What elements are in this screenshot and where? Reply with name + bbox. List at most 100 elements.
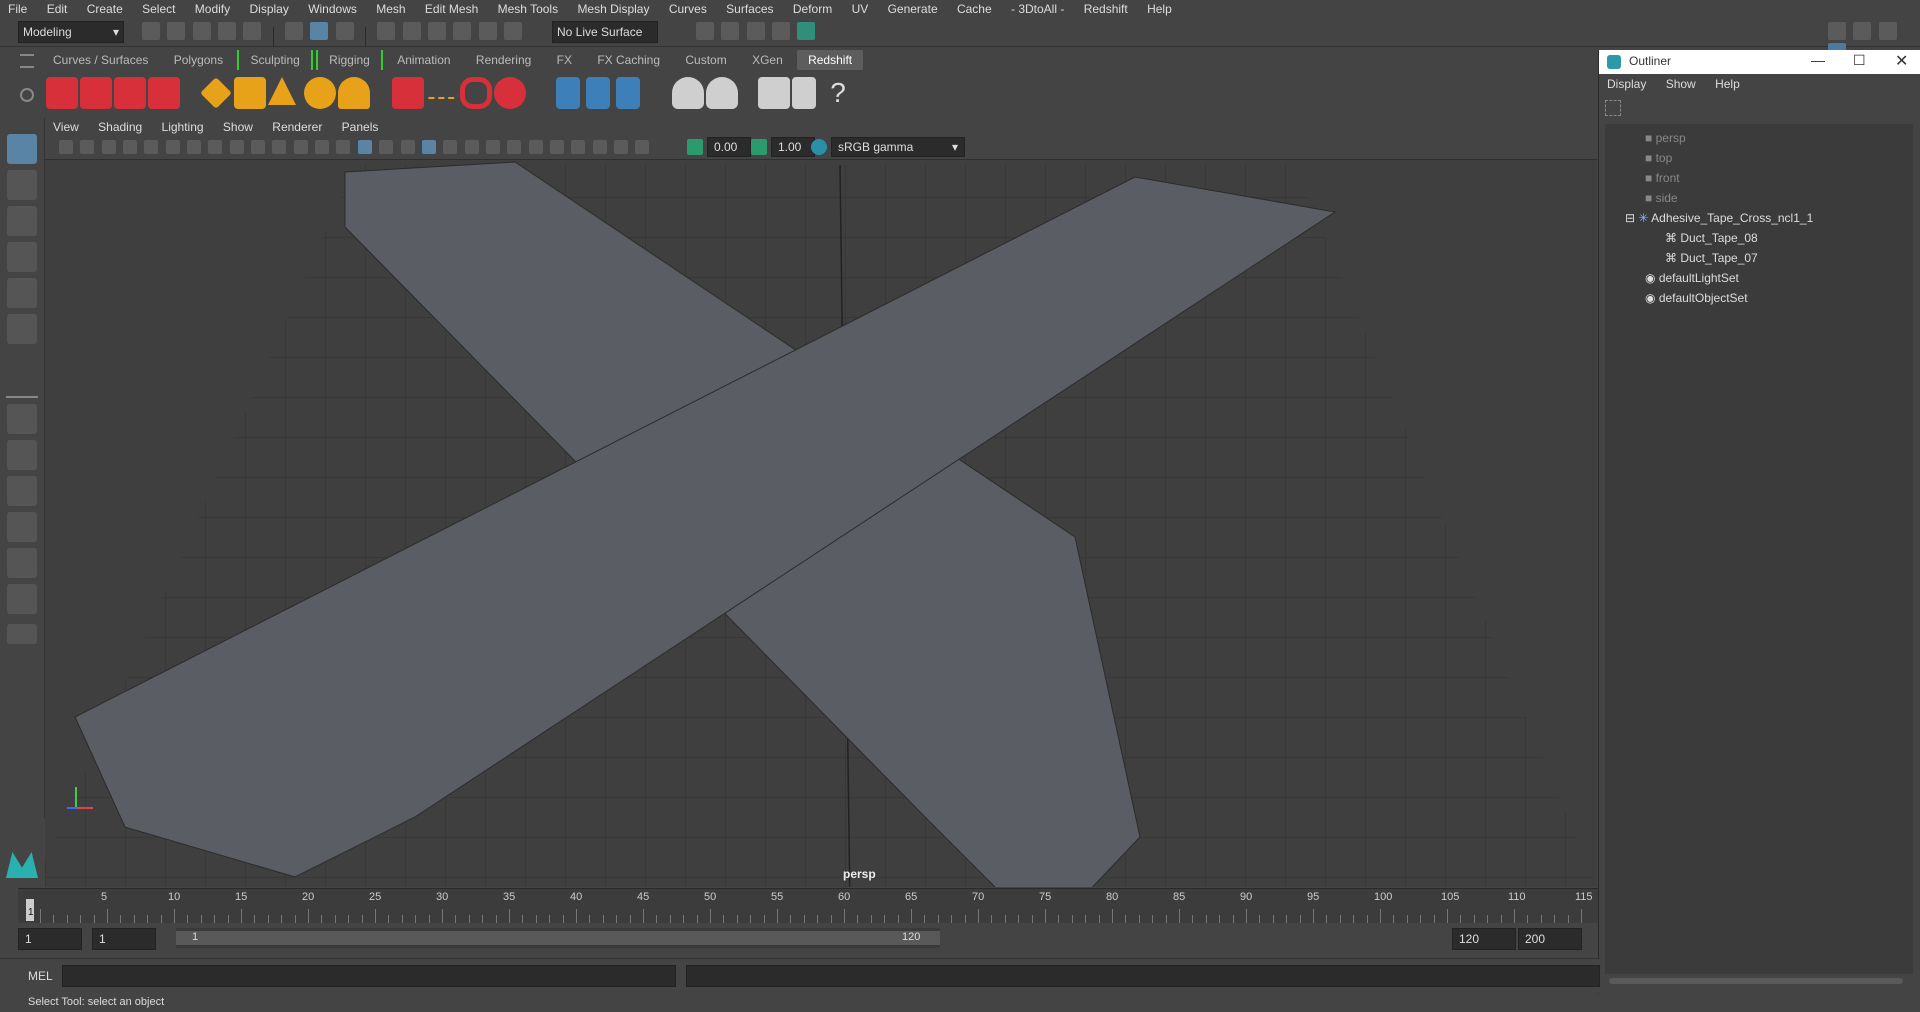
scale-tool-icon[interactable]	[7, 314, 37, 344]
menu-help[interactable]: Help	[1139, 0, 1180, 18]
command-language-label[interactable]: MEL	[28, 969, 53, 983]
safe-action-icon[interactable]	[293, 140, 308, 154]
list-item[interactable]: ⊟ ✳ Adhesive_Tape_Cross_ncl1_1	[1625, 208, 1813, 228]
playback-start-field[interactable]: 1	[92, 928, 156, 950]
end-time-field[interactable]: 200	[1518, 928, 1582, 950]
list-item[interactable]: ◉ defaultObjectSet	[1645, 288, 1748, 308]
list-item[interactable]: ◉ defaultLightSet	[1645, 268, 1739, 288]
menu-windows[interactable]: Windows	[300, 0, 365, 18]
menu-edit[interactable]: Edit	[39, 0, 76, 18]
log-icon[interactable]	[792, 77, 816, 109]
snap-curve-icon[interactable]	[402, 22, 421, 40]
snap-point-icon[interactable]	[428, 22, 447, 40]
select-object-icon[interactable]	[310, 22, 329, 40]
menu-mesh[interactable]: Mesh	[368, 0, 413, 18]
persp-outliner-layout-icon[interactable]	[7, 476, 37, 506]
list-item[interactable]: ■ front	[1645, 168, 1680, 188]
maximize-icon[interactable]: ☐	[1853, 52, 1866, 69]
grease-pencil-icon[interactable]	[165, 140, 180, 154]
move-tool-icon[interactable]	[7, 242, 37, 272]
snap-grid-icon[interactable]	[377, 22, 396, 40]
film-gate-icon[interactable]	[208, 140, 223, 154]
field-chart-icon[interactable]	[272, 140, 287, 154]
range-slider[interactable]: 1 120	[176, 928, 940, 948]
redshift-render-icon[interactable]	[80, 77, 112, 109]
menu-mesh-display[interactable]: Mesh Display	[569, 0, 657, 18]
mel-input[interactable]	[62, 965, 676, 987]
minimize-icon[interactable]: —	[1811, 52, 1825, 68]
menu-uv[interactable]: UV	[844, 0, 877, 18]
camera-attributes-icon[interactable]	[80, 140, 95, 154]
menu-cache[interactable]: Cache	[949, 0, 1000, 18]
menu-modify[interactable]: Modify	[187, 0, 238, 18]
tab-fx[interactable]: FX	[546, 50, 583, 70]
exposure-toggle-icon[interactable]	[687, 139, 703, 155]
collapse-icon[interactable]: ⊟	[1625, 211, 1635, 225]
time-slider[interactable]: 1 5 10 15 20 25 30 35 40 45 50 55 60 65 70 75 80 85 90 95 1…	[18, 888, 1598, 923]
menu-curves[interactable]: Curves	[661, 0, 715, 18]
tab-rendering[interactable]: Rendering	[465, 50, 542, 70]
panel-menu-panels[interactable]: Panels	[334, 117, 387, 137]
shelf-settings-gear-icon[interactable]	[20, 88, 34, 102]
motion-blur-icon[interactable]	[507, 140, 522, 154]
close-icon[interactable]: ✕	[1895, 51, 1908, 71]
color-management-icon[interactable]	[811, 139, 827, 155]
start-time-field[interactable]: 1	[18, 928, 82, 950]
gamma-field[interactable]: 1.00	[771, 137, 815, 157]
attribute-editor-icon[interactable]	[1878, 22, 1897, 40]
dome-light-icon[interactable]	[304, 77, 336, 109]
select-tool-icon[interactable]	[7, 134, 37, 164]
tab-polygons[interactable]: Polygons	[163, 50, 234, 70]
list-item[interactable]: ⌘ Duct_Tape_08	[1665, 228, 1758, 248]
channel-box-icon[interactable]	[1853, 22, 1872, 40]
single-perspective-layout-icon[interactable]	[7, 404, 37, 434]
rotate-tool-icon[interactable]	[7, 278, 37, 308]
panel-menu-renderer[interactable]: Renderer	[264, 117, 330, 137]
panel-menu-shading[interactable]: Shading	[90, 117, 150, 137]
tab-animation[interactable]: Animation	[386, 50, 461, 70]
persp-hypershade-layout-icon[interactable]	[7, 548, 37, 578]
redshift-render-view-icon[interactable]	[46, 77, 78, 109]
pr-swap-icon[interactable]	[616, 77, 640, 109]
2d-pan-zoom-icon[interactable]	[144, 140, 159, 154]
shelf-menu-icon[interactable]	[20, 54, 34, 68]
paint-select-tool-icon[interactable]	[7, 206, 37, 236]
tab-rigging[interactable]: Rigging	[316, 50, 383, 70]
select-component-icon[interactable]	[335, 22, 354, 40]
hypershade-icon[interactable]	[797, 22, 816, 40]
pr-export-icon[interactable]	[556, 77, 580, 109]
menu-3dtoall[interactable]: - 3DtoAll -	[1003, 0, 1072, 18]
volume-icon[interactable]	[426, 77, 458, 99]
redshift-proxy-icon[interactable]	[392, 77, 424, 109]
spot-light-icon[interactable]	[268, 77, 296, 105]
menu-generate[interactable]: Generate	[880, 0, 946, 18]
bake-set-icon[interactable]	[706, 77, 738, 109]
live-surface-field[interactable]: No Live Surface	[552, 21, 658, 43]
help-icon[interactable]: ?	[822, 77, 854, 109]
image-plane-icon[interactable]	[123, 140, 138, 154]
anti-aliasing-icon[interactable]	[528, 140, 543, 154]
use-all-lights-icon[interactable]	[443, 140, 458, 154]
resolution-gate-icon[interactable]	[229, 140, 244, 154]
playback-end-field[interactable]: 120	[1452, 928, 1516, 950]
snap-view-icon[interactable]	[453, 22, 472, 40]
snap-pivot-icon[interactable]	[504, 22, 523, 40]
bake-icon[interactable]	[672, 77, 704, 109]
default-material-icon[interactable]	[379, 140, 394, 154]
search-filter-icon[interactable]	[1605, 100, 1621, 116]
four-view-layout-icon[interactable]	[7, 440, 37, 470]
viewport-persp[interactable]: persp	[45, 117, 1597, 887]
open-scene-icon[interactable]	[167, 22, 186, 40]
tab-custom[interactable]: Custom	[674, 50, 737, 70]
bookmark-icon[interactable]	[101, 140, 116, 154]
outliner-menu-display[interactable]: Display	[1599, 74, 1654, 94]
screen-space-ao-icon[interactable]	[485, 140, 500, 154]
outliner-menu-help[interactable]: Help	[1707, 74, 1748, 94]
list-item[interactable]: ■ side	[1645, 188, 1678, 208]
tab-xgen[interactable]: XGen	[741, 50, 794, 70]
redshift-material-icon[interactable]	[494, 77, 526, 109]
undo-icon[interactable]	[218, 22, 237, 40]
lasso-tool-icon[interactable]	[7, 170, 37, 200]
panel-menu-view[interactable]: View	[45, 117, 87, 137]
render-current-icon[interactable]	[721, 22, 740, 40]
